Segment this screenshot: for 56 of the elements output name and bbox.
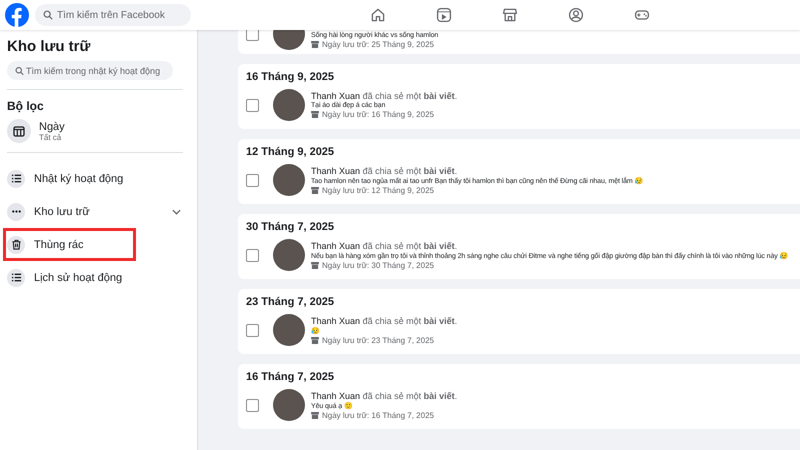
chevron-icon[interactable]: [172, 208, 181, 214]
checkbox[interactable]: [246, 174, 259, 186]
activity-summary: Thanh Xuan đã chia sẻ một bài viết.: [311, 166, 458, 176]
search-icon: [43, 10, 53, 20]
list-icon: [7, 170, 25, 188]
thumbnail-placeholder: [273, 164, 305, 196]
date-heading: 16 Tháng 7, 2025: [246, 371, 336, 383]
archive-icon: [311, 412, 319, 418]
archive-icon: [311, 186, 319, 194]
menu-item[interactable]: Thùng rác: [3, 228, 136, 261]
archive-date: Ngày lưu trữ: 16 Tháng 7, 2025: [322, 410, 434, 420]
activity-summary: Thanh Xuan đã chia sẻ một bài viết.: [311, 390, 458, 400]
trash-icon: [7, 236, 25, 254]
activity-summary: Thanh Xuan đã chia sẻ một bài viết.: [311, 91, 458, 101]
archive-date: Ngày lưu trữ: 16 Tháng 9, 2025: [322, 110, 434, 119]
checkbox[interactable]: [246, 98, 259, 112]
calendar-icon[interactable]: [7, 119, 31, 143]
activity-summary: Thanh Xuan đã chia sẻ một bài viết.: [311, 240, 458, 250]
filter-heading: Bộ lọc: [7, 99, 45, 113]
archive-icon: [311, 262, 319, 268]
archive-icon: [311, 40, 319, 48]
search-icon: [15, 66, 24, 75]
thumbnail-placeholder: [273, 389, 305, 421]
checkbox[interactable]: [246, 324, 259, 336]
date-heading: 16 Tháng 9, 2025: [246, 71, 336, 83]
archive-date: Ngày lưu trữ: 30 Tháng 7, 2025: [322, 260, 434, 270]
page-title: Kho lưu trữ: [7, 38, 92, 55]
menu-item[interactable]: Lịch sử hoạt động: [3, 261, 190, 294]
menu-item[interactable]: Kho lưu trữ: [3, 195, 190, 228]
date-heading: 12 Tháng 9, 2025: [246, 146, 336, 158]
filter-label[interactable]: Ngày: [39, 120, 65, 132]
store-icon[interactable]: [502, 7, 518, 23]
people-icon[interactable]: [568, 7, 584, 23]
menu-item[interactable]: Nhật ký hoạt động: [3, 162, 190, 195]
facebook-logo[interactable]: [5, 3, 29, 27]
search-field[interactable]: Tìm kiếm trên Facebook: [35, 4, 191, 26]
filter-value: Tất cả: [39, 132, 62, 142]
more-icon: [7, 202, 25, 220]
checkbox[interactable]: [246, 30, 259, 40]
thumbnail-placeholder: [273, 89, 305, 121]
date-heading: 23 Tháng 7, 2025: [246, 296, 336, 308]
thumbnail-placeholder: [273, 239, 305, 271]
archive-date: Ngày lưu trữ: 12 Tháng 9, 2025: [322, 186, 434, 194]
checkbox[interactable]: [246, 398, 259, 412]
activity-summary: Thanh Xuan đã chia sẻ một bài viết.: [311, 316, 458, 326]
home-icon[interactable]: [370, 7, 386, 23]
search-field[interactable]: Tìm kiếm trong nhật ký hoạt động: [7, 61, 173, 80]
date-heading: 30 Tháng 7, 2025: [246, 221, 336, 233]
archive-date: Ngày lưu trữ: 25 Tháng 9, 2025: [322, 40, 434, 48]
archive-icon: [311, 111, 319, 118]
archive-date: Ngày lưu trữ: 23 Tháng 7, 2025: [322, 336, 434, 344]
thumbnail-placeholder: [273, 314, 305, 346]
list-icon: [7, 268, 25, 286]
video-icon[interactable]: [436, 7, 452, 23]
archive-icon: [311, 336, 319, 344]
checkbox[interactable]: [246, 248, 259, 262]
